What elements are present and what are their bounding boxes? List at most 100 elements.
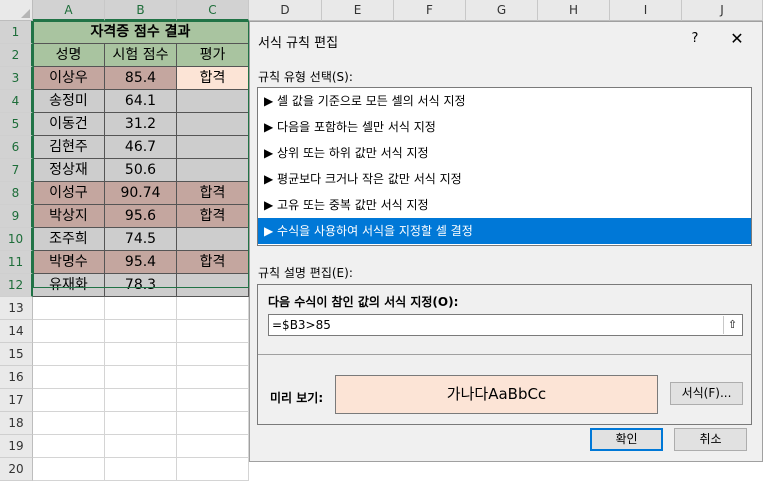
- empty-cell[interactable]: [33, 435, 105, 458]
- rule-type-item[interactable]: ▶ 셀 값을 기준으로 모든 셀의 서식 지정: [258, 88, 751, 114]
- empty-cell[interactable]: [177, 389, 249, 412]
- header-name-cell[interactable]: 성명: [33, 44, 105, 67]
- help-button[interactable]: ?: [684, 28, 706, 50]
- format-button[interactable]: 서식(F)...: [670, 382, 743, 405]
- row-header-14[interactable]: 14: [0, 320, 33, 343]
- row-header-20[interactable]: 20: [0, 458, 33, 481]
- rule-type-item[interactable]: ▶ 수식을 사용하여 서식을 지정할 셀 결정: [258, 218, 751, 244]
- score-cell[interactable]: 50.6: [105, 159, 177, 182]
- result-cell[interactable]: 합격: [177, 251, 249, 274]
- name-cell[interactable]: 이성구: [33, 182, 105, 205]
- column-header-h[interactable]: H: [538, 0, 610, 21]
- empty-cell[interactable]: [177, 297, 249, 320]
- empty-cell[interactable]: [105, 343, 177, 366]
- name-cell[interactable]: 조주희: [33, 228, 105, 251]
- empty-cell[interactable]: [105, 297, 177, 320]
- empty-cell[interactable]: [33, 343, 105, 366]
- formula-input[interactable]: =$B3>85 ⇧: [268, 314, 743, 336]
- empty-cell[interactable]: [33, 366, 105, 389]
- empty-cell[interactable]: [105, 366, 177, 389]
- score-cell[interactable]: 95.6: [105, 205, 177, 228]
- score-cell[interactable]: 95.4: [105, 251, 177, 274]
- header-score-cell[interactable]: 시험 점수: [105, 44, 177, 67]
- column-header-f[interactable]: F: [394, 0, 466, 21]
- column-header-d[interactable]: D: [249, 0, 322, 21]
- row-header-9[interactable]: 9: [0, 205, 33, 228]
- row-header-11[interactable]: 11: [0, 251, 33, 274]
- row-header-19[interactable]: 19: [0, 435, 33, 458]
- rule-type-item[interactable]: ▶ 고유 또는 중복 값만 서식 지정: [258, 192, 751, 218]
- header-result-cell[interactable]: 평가: [177, 44, 249, 67]
- result-cell[interactable]: 합격: [177, 67, 249, 90]
- score-cell[interactable]: 31.2: [105, 113, 177, 136]
- rule-type-item[interactable]: ▶ 평균보다 크거나 작은 값만 서식 지정: [258, 166, 751, 192]
- result-cell[interactable]: [177, 136, 249, 159]
- column-header-e[interactable]: E: [322, 0, 394, 21]
- result-cell[interactable]: [177, 274, 249, 297]
- name-cell[interactable]: 정상재: [33, 159, 105, 182]
- score-cell[interactable]: 85.4: [105, 67, 177, 90]
- empty-cell[interactable]: [33, 297, 105, 320]
- empty-cell[interactable]: [33, 412, 105, 435]
- score-cell[interactable]: 74.5: [105, 228, 177, 251]
- result-cell[interactable]: 합격: [177, 205, 249, 228]
- name-cell[interactable]: 박상지: [33, 205, 105, 228]
- result-cell[interactable]: 합격: [177, 182, 249, 205]
- result-cell[interactable]: [177, 159, 249, 182]
- result-cell[interactable]: [177, 228, 249, 251]
- column-header-a[interactable]: A: [33, 0, 105, 21]
- empty-cell[interactable]: [33, 458, 105, 481]
- score-cell[interactable]: 46.7: [105, 136, 177, 159]
- row-header-3[interactable]: 3: [0, 67, 33, 90]
- row-header-13[interactable]: 13: [0, 297, 33, 320]
- collapse-dialog-icon[interactable]: ⇧: [723, 316, 741, 334]
- empty-cell[interactable]: [105, 458, 177, 481]
- empty-cell[interactable]: [33, 389, 105, 412]
- empty-cell[interactable]: [177, 412, 249, 435]
- row-header-1[interactable]: 1: [0, 21, 33, 44]
- row-header-12[interactable]: 12: [0, 274, 33, 297]
- empty-cell[interactable]: [177, 458, 249, 481]
- column-header-i[interactable]: I: [610, 0, 682, 21]
- title-cell[interactable]: 자격증 점수 결과: [33, 21, 249, 44]
- row-header-15[interactable]: 15: [0, 343, 33, 366]
- row-header-7[interactable]: 7: [0, 159, 33, 182]
- column-header-g[interactable]: G: [466, 0, 538, 21]
- empty-cell[interactable]: [105, 435, 177, 458]
- score-cell[interactable]: 78.3: [105, 274, 177, 297]
- empty-cell[interactable]: [177, 366, 249, 389]
- name-cell[interactable]: 이동건: [33, 113, 105, 136]
- select-all-corner[interactable]: [0, 0, 33, 21]
- name-cell[interactable]: 이상우: [33, 67, 105, 90]
- empty-cell[interactable]: [33, 320, 105, 343]
- row-header-4[interactable]: 4: [0, 90, 33, 113]
- rule-type-item[interactable]: ▶ 상위 또는 하위 값만 서식 지정: [258, 140, 751, 166]
- row-header-10[interactable]: 10: [0, 228, 33, 251]
- empty-cell[interactable]: [105, 389, 177, 412]
- cancel-button[interactable]: 취소: [674, 428, 747, 451]
- row-header-8[interactable]: 8: [0, 182, 33, 205]
- rule-type-item[interactable]: ▶ 다음을 포함하는 셀만 서식 지정: [258, 114, 751, 140]
- result-cell[interactable]: [177, 90, 249, 113]
- empty-cell[interactable]: [177, 320, 249, 343]
- row-header-6[interactable]: 6: [0, 136, 33, 159]
- name-cell[interactable]: 송정미: [33, 90, 105, 113]
- close-button[interactable]: ✕: [725, 28, 749, 50]
- empty-cell[interactable]: [177, 435, 249, 458]
- name-cell[interactable]: 박명수: [33, 251, 105, 274]
- rule-type-list[interactable]: ▶ 셀 값을 기준으로 모든 셀의 서식 지정 ▶ 다음을 포함하는 셀만 서식 …: [257, 87, 752, 246]
- column-header-c[interactable]: C: [177, 0, 249, 21]
- row-header-17[interactable]: 17: [0, 389, 33, 412]
- column-header-j[interactable]: J: [682, 0, 763, 21]
- row-header-18[interactable]: 18: [0, 412, 33, 435]
- score-cell[interactable]: 64.1: [105, 90, 177, 113]
- row-header-2[interactable]: 2: [0, 44, 33, 67]
- ok-button[interactable]: 확인: [590, 428, 663, 451]
- column-header-b[interactable]: B: [105, 0, 177, 21]
- score-cell[interactable]: 90.74: [105, 182, 177, 205]
- empty-cell[interactable]: [105, 320, 177, 343]
- empty-cell[interactable]: [177, 343, 249, 366]
- row-header-5[interactable]: 5: [0, 113, 33, 136]
- row-header-16[interactable]: 16: [0, 366, 33, 389]
- result-cell[interactable]: [177, 113, 249, 136]
